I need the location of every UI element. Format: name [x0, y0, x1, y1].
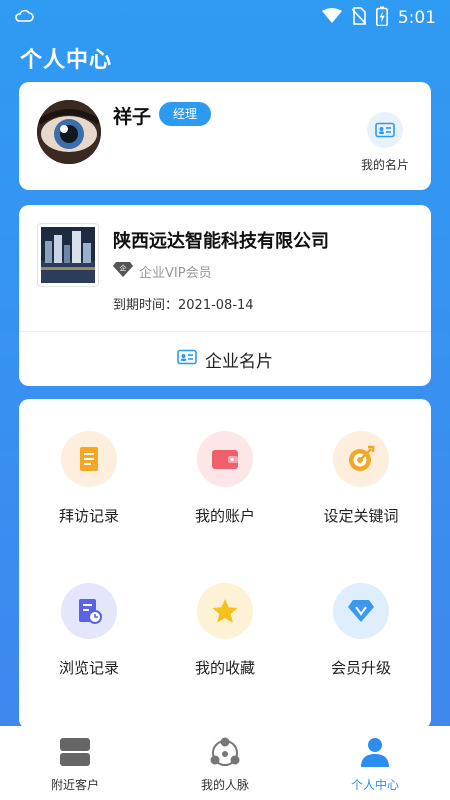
avatar[interactable] — [37, 100, 101, 164]
tab-label: 个人中心 — [350, 778, 399, 792]
page-title: 个人中心 — [20, 48, 113, 73]
svg-text:企: 企 — [120, 264, 127, 273]
my-account-label: 我的账户 — [194, 507, 255, 525]
my-favorites-label: 我的收藏 — [194, 659, 255, 677]
visit-record-label: 拜访记录 — [58, 507, 119, 525]
my-card-button[interactable]: 我的名片 — [357, 112, 413, 173]
tab-label: 附近客户 — [50, 778, 99, 792]
my-favorites-button[interactable]: 我的收藏 — [155, 583, 295, 678]
expire-date: 到期时间：2021-08-14 — [113, 298, 254, 313]
company-card-button[interactable]: 企业名片 — [19, 332, 431, 386]
star-icon — [197, 583, 253, 639]
diamond-icon — [333, 583, 389, 639]
vip-row: 企 企业VIP会员 — [113, 261, 212, 281]
tab-personal-center[interactable]: 个人中心 — [300, 726, 450, 800]
browse-record-icon — [61, 583, 117, 639]
my-account-button[interactable]: 我的账户 — [155, 431, 295, 526]
no-sim-icon — [351, 7, 367, 29]
cloud-icon — [14, 8, 34, 28]
feature-grid: 拜访记录 我的账户 设定关键词 浏览记录 我的收藏 会员升级 — [19, 399, 431, 729]
browse-record-button[interactable]: 浏览记录 — [19, 583, 159, 678]
business-card-icon — [367, 112, 403, 148]
tab-nearby-customers[interactable]: 附近客户 — [0, 726, 150, 800]
set-keywords-label: 设定关键词 — [323, 507, 399, 525]
visit-record-button[interactable]: 拜访记录 — [19, 431, 159, 526]
nearby-customers-icon — [58, 738, 92, 772]
profile-card[interactable]: 祥子 经理 我的名片 — [19, 82, 431, 190]
vip-label: 企业VIP会员 — [139, 265, 212, 281]
business-card-icon — [177, 349, 197, 370]
network-icon — [208, 737, 242, 772]
tab-my-network[interactable]: 我的人脉 — [150, 726, 300, 800]
role-badge: 经理 — [159, 102, 212, 126]
clock-time: 5:01 — [397, 8, 436, 28]
visit-record-icon — [61, 431, 117, 487]
company-card-label: 企业名片 — [205, 351, 273, 372]
vip-diamond-icon: 企 — [113, 261, 133, 281]
company-name: 陕西远达智能科技有限公司 — [113, 231, 329, 252]
membership-upgrade-label: 会员升级 — [330, 659, 391, 677]
tab-label: 我的人脉 — [200, 778, 249, 792]
set-keywords-button[interactable]: 设定关键词 — [291, 431, 431, 526]
company-card: 陕西远达智能科技有限公司 企 企业VIP会员 到期时间：2021-08-14 企… — [19, 205, 431, 386]
user-name: 祥子 — [113, 106, 152, 128]
wallet-icon — [197, 431, 253, 487]
browse-record-label: 浏览记录 — [58, 659, 119, 677]
membership-upgrade-button[interactable]: 会员升级 — [291, 583, 431, 678]
person-icon — [358, 738, 392, 772]
bottom-tab-bar: 附近客户 我的人脉 个人中心 — [0, 726, 450, 800]
company-logo — [37, 223, 99, 287]
battery-charging-icon — [375, 6, 388, 30]
target-icon — [333, 431, 389, 487]
status-bar: 5:01 — [0, 0, 450, 34]
my-card-label: 我的名片 — [360, 158, 409, 172]
wifi-icon — [321, 8, 342, 28]
